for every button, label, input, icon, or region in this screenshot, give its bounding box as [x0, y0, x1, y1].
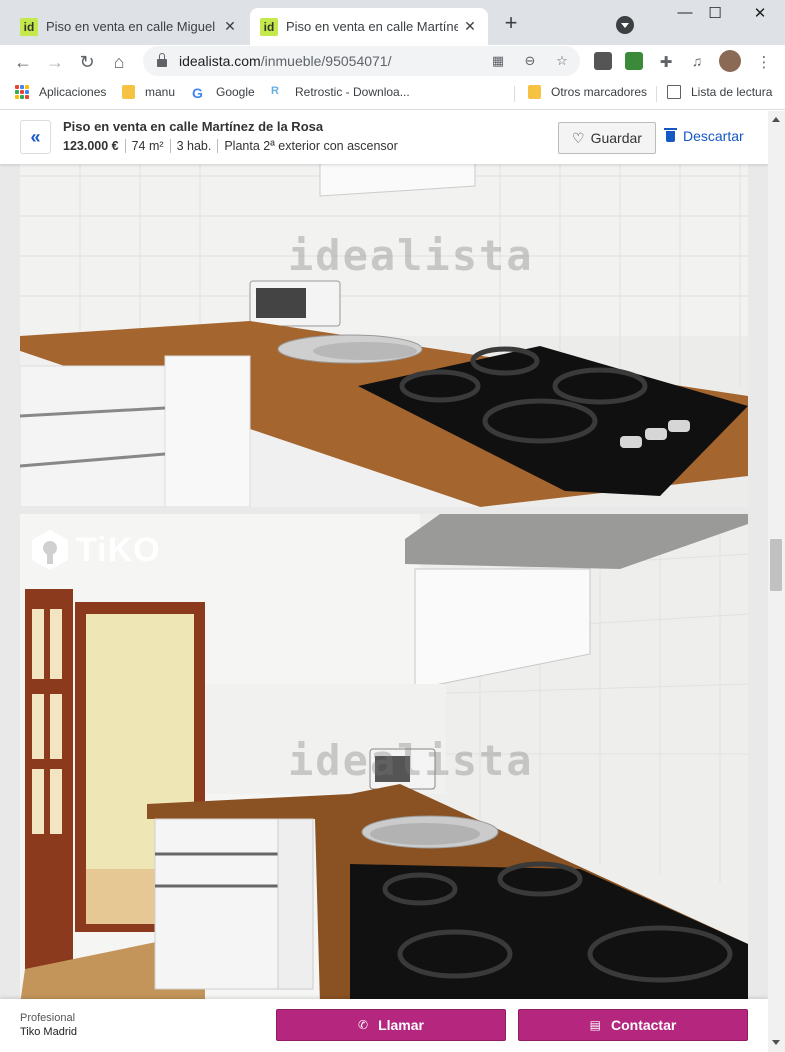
- scrollbar-thumb[interactable]: [770, 539, 782, 591]
- heart-icon: ♡: [572, 129, 585, 146]
- save-button[interactable]: ♡ Guardar: [558, 122, 656, 154]
- address-bar[interactable]: idealista.com/inmueble/95054071/ ▦ ⊖ ☆: [143, 46, 580, 76]
- zoom-icon[interactable]: ⊖: [522, 53, 538, 69]
- bookmark-apps[interactable]: Aplicaciones: [15, 85, 106, 99]
- tab-listing-2[interactable]: id Piso en venta en calle Martínez d ✕: [250, 8, 488, 45]
- media-icon[interactable]: ♫: [688, 53, 706, 71]
- folder-icon: [122, 85, 135, 99]
- chat-icon: ▤: [589, 1018, 601, 1032]
- scroll-down-icon[interactable]: [772, 1040, 780, 1045]
- listing-area: 74 m²: [124, 139, 170, 153]
- minimize-button[interactable]: —: [670, 4, 700, 26]
- contact-button[interactable]: ▤ Contactar: [518, 1009, 748, 1041]
- bookmark-other[interactable]: Otros marcadores: [528, 85, 647, 99]
- folder-icon: [528, 85, 541, 99]
- page-scrollbar[interactable]: [768, 111, 785, 1052]
- bookmark-google[interactable]: G Google: [192, 85, 255, 101]
- listing-photo[interactable]: idealista TiKO: [20, 514, 748, 1004]
- tab-title: Piso en venta en calle Miguel Mo: [46, 19, 218, 34]
- bookmark-manu[interactable]: manu: [122, 85, 175, 99]
- divider: [656, 86, 657, 102]
- url-text: idealista.com/inmueble/95054071/: [179, 53, 392, 69]
- star-icon[interactable]: ☆: [554, 53, 570, 69]
- listing-floor: Planta 2ª exterior con ascensor: [217, 139, 403, 153]
- avatar[interactable]: [719, 50, 741, 72]
- bookmarks-bar: Aplicaciones manu G Google R Retrostic -…: [0, 78, 785, 110]
- agent-type: Profesional: [20, 1012, 76, 1024]
- forward-arrow-icon[interactable]: →: [42, 49, 68, 75]
- menu-icon[interactable]: ⋮: [755, 53, 773, 71]
- qr-code-icon[interactable]: ▦: [490, 53, 506, 69]
- close-icon[interactable]: ✕: [462, 18, 478, 35]
- tab-strip: id Piso en venta en calle Miguel Mo ✕ id…: [0, 0, 785, 45]
- listing-price: 123.000 €: [63, 139, 119, 153]
- listing-sticky-header: « Piso en venta en calle Martínez de la …: [0, 111, 768, 164]
- retrostic-icon: R: [271, 85, 279, 97]
- tab-title: Piso en venta en calle Martínez d: [286, 19, 458, 34]
- discard-button[interactable]: Descartar: [664, 127, 744, 144]
- divider: [514, 86, 515, 102]
- trash-icon: [664, 127, 677, 142]
- lock-icon: [157, 53, 167, 67]
- close-window-button[interactable]: ✕: [745, 4, 775, 26]
- phone-icon: ✆: [358, 1018, 369, 1032]
- agent-name: Tiko Madrid: [20, 1026, 78, 1038]
- listing-title: Piso en venta en calle Martínez de la Ro…: [63, 119, 324, 134]
- home-icon[interactable]: ⌂: [106, 49, 132, 75]
- back-arrow-icon[interactable]: ←: [10, 49, 36, 75]
- bookmark-retrostic[interactable]: R Retrostic - Downloa...: [271, 85, 410, 99]
- idealista-watermark: idealista: [288, 736, 534, 785]
- idealista-watermark: idealista: [288, 231, 534, 280]
- agency-logo: TiKO: [30, 528, 161, 572]
- idealista-favicon-icon: id: [20, 17, 38, 36]
- tab-listing-1[interactable]: id Piso en venta en calle Miguel Mo ✕: [10, 8, 248, 45]
- back-button[interactable]: «: [20, 120, 51, 154]
- idealista-favicon-icon: id: [260, 17, 278, 36]
- listing-photo[interactable]: idealista: [20, 136, 748, 507]
- apps-grid-icon: [15, 85, 29, 99]
- listing-meta: 123.000 € 74 m² 3 hab. Planta 2ª exterio…: [63, 139, 404, 153]
- close-icon[interactable]: ✕: [222, 18, 238, 35]
- tab-search-icon[interactable]: [616, 16, 634, 34]
- scroll-up-icon[interactable]: [772, 117, 780, 122]
- listing-rooms: 3 hab.: [169, 139, 218, 153]
- google-icon: G: [192, 85, 203, 101]
- contact-bar: Profesional Tiko Madrid ✆ Llamar ▤ Conta…: [0, 999, 768, 1052]
- page-content: « Piso en venta en calle Martínez de la …: [0, 111, 768, 1052]
- extension-icon[interactable]: [625, 52, 643, 70]
- bookmark-reading-list[interactable]: Lista de lectura: [667, 85, 772, 99]
- maximize-button[interactable]: ☐: [700, 4, 730, 26]
- new-tab-button[interactable]: +: [500, 12, 522, 34]
- extension-icon[interactable]: [594, 52, 612, 70]
- tiko-house-icon: [32, 530, 68, 570]
- reading-list-icon: [667, 85, 681, 99]
- puzzle-icon[interactable]: ✚: [657, 53, 675, 71]
- reload-icon[interactable]: ↻: [74, 49, 100, 75]
- call-button[interactable]: ✆ Llamar: [276, 1009, 506, 1041]
